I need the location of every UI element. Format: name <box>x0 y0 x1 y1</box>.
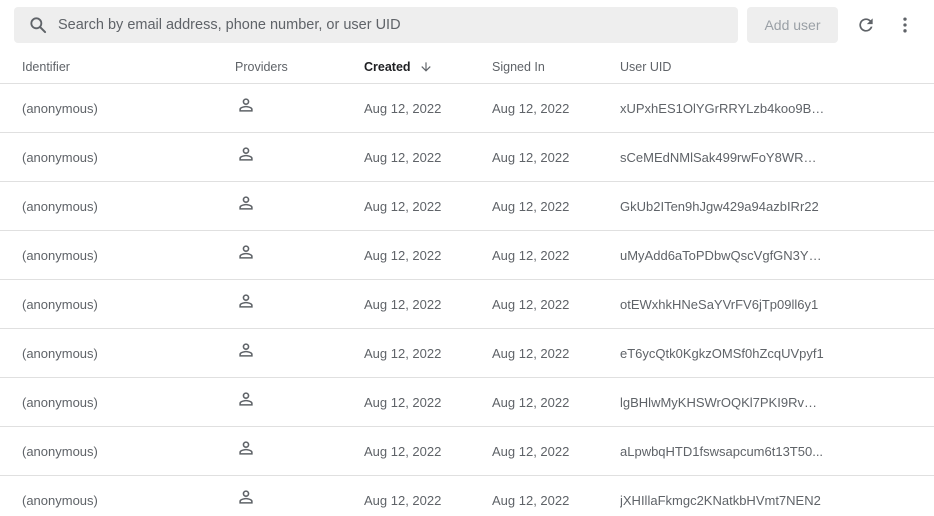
providers-cell <box>235 132 364 182</box>
created-cell: Aug 12, 2022 <box>364 328 492 378</box>
arrow-downward-icon <box>419 60 433 74</box>
providers-cell <box>235 230 364 280</box>
signed-in-cell: Aug 12, 2022 <box>492 132 620 182</box>
table-row[interactable]: (anonymous) Aug 12, 2022 Aug 12, 2022 eT6yc… <box>0 328 934 378</box>
search-input[interactable] <box>58 17 698 33</box>
user-uid-cell: GkUb2ITen9hJgw429a94azbIRr22 <box>620 181 934 231</box>
search-icon <box>26 13 50 37</box>
toolbar: Add user <box>0 0 934 50</box>
person-outline-icon <box>236 291 256 311</box>
search-bar[interactable] <box>14 7 738 43</box>
user-uid-text: eT6ycQtk0KgkzOMSf0hZcqUVpyf1 <box>620 345 824 361</box>
signed-in-cell: Aug 12, 2022 <box>492 230 620 280</box>
table-row[interactable]: (anonymous) Aug 12, 2022 Aug 12, 2022 uMyAd… <box>0 230 934 280</box>
user-uid-text: sCeMEdNMlSak499rwFoY8WRSg... <box>620 149 825 165</box>
identifier-cell: (anonymous) <box>0 181 235 231</box>
table-row[interactable]: (anonymous) Aug 12, 2022 Aug 12, 2022 otEWx… <box>0 279 934 329</box>
user-uid-cell: jXHIllaFkmgc2KNatkbHVmt7NEN2 <box>620 475 934 516</box>
table-header-row: Identifier Providers Created Signed In U… <box>0 50 934 84</box>
identifier-cell: (anonymous) <box>0 426 235 476</box>
users-table: Identifier Providers Created Signed In U… <box>0 50 934 516</box>
column-header-created-label: Created <box>364 59 411 74</box>
created-cell: Aug 12, 2022 <box>364 181 492 231</box>
table-row[interactable]: (anonymous) Aug 12, 2022 Aug 12, 2022 GkUb2… <box>0 181 934 231</box>
identifier-cell: (anonymous) <box>0 230 235 280</box>
person-outline-icon <box>236 242 256 262</box>
user-uid-text: uMyAdd6aToPDbwQscVgfGN3YL... <box>620 247 825 263</box>
created-cell: Aug 12, 2022 <box>364 475 492 516</box>
identifier-cell: (anonymous) <box>0 132 235 182</box>
user-uid-cell: eT6ycQtk0KgkzOMSf0hZcqUVpyf1 <box>620 328 934 378</box>
person-outline-icon <box>236 487 256 507</box>
providers-cell <box>235 377 364 427</box>
add-user-button[interactable]: Add user <box>747 7 838 43</box>
signed-in-cell: Aug 12, 2022 <box>492 426 620 476</box>
user-uid-cell: lgBHlwMyKHSWrOQKl7PKI9RvPaB2 <box>620 377 934 427</box>
column-header-identifier[interactable]: Identifier <box>0 50 235 84</box>
providers-cell <box>235 475 364 516</box>
identifier-cell: (anonymous) <box>0 83 235 133</box>
more-vert-icon[interactable] <box>892 12 918 38</box>
user-uid-cell: sCeMEdNMlSak499rwFoY8WRSg... <box>620 132 934 182</box>
table-row[interactable]: (anonymous) Aug 12, 2022 Aug 12, 2022 xUPxh… <box>0 83 934 133</box>
column-header-signed-in[interactable]: Signed In <box>492 50 620 84</box>
person-outline-icon <box>236 389 256 409</box>
signed-in-cell: Aug 12, 2022 <box>492 328 620 378</box>
user-uid-cell: xUPxhES1OlYGrRRYLzb4koo9BQw2 <box>620 83 934 133</box>
providers-cell <box>235 181 364 231</box>
identifier-cell: (anonymous) <box>0 279 235 329</box>
user-uid-cell: otEWxhkHNeSaYVrFV6jTp09ll6y1 <box>620 279 934 329</box>
signed-in-cell: Aug 12, 2022 <box>492 181 620 231</box>
person-outline-icon <box>236 193 256 213</box>
table-row[interactable]: (anonymous) Aug 12, 2022 Aug 12, 2022 lgBHl… <box>0 377 934 427</box>
providers-cell <box>235 328 364 378</box>
user-uid-text: lgBHlwMyKHSWrOQKl7PKI9RvPaB2 <box>620 394 825 410</box>
providers-cell <box>235 426 364 476</box>
column-header-created[interactable]: Created <box>364 50 492 84</box>
signed-in-cell: Aug 12, 2022 <box>492 279 620 329</box>
person-outline-icon <box>236 144 256 164</box>
identifier-cell: (anonymous) <box>0 328 235 378</box>
user-uid-text: GkUb2ITen9hJgw429a94azbIRr22 <box>620 198 819 214</box>
providers-cell <box>235 83 364 133</box>
user-uid-text: otEWxhkHNeSaYVrFV6jTp09ll6y1 <box>620 296 819 312</box>
created-cell: Aug 12, 2022 <box>364 426 492 476</box>
column-header-user-uid[interactable]: User UID <box>620 50 934 84</box>
providers-cell <box>235 279 364 329</box>
person-outline-icon <box>236 95 256 115</box>
created-cell: Aug 12, 2022 <box>364 377 492 427</box>
refresh-icon[interactable] <box>853 12 879 38</box>
identifier-cell: (anonymous) <box>0 475 235 516</box>
signed-in-cell: Aug 12, 2022 <box>492 83 620 133</box>
created-cell: Aug 12, 2022 <box>364 83 492 133</box>
user-uid-text: xUPxhES1OlYGrRRYLzb4koo9BQw2 <box>620 100 825 116</box>
signed-in-cell: Aug 12, 2022 <box>492 377 620 427</box>
created-cell: Aug 12, 2022 <box>364 279 492 329</box>
table-row[interactable]: (anonymous) Aug 12, 2022 Aug 12, 2022 sCeME… <box>0 132 934 182</box>
person-outline-icon <box>236 438 256 458</box>
created-cell: Aug 12, 2022 <box>364 132 492 182</box>
user-uid-cell: uMyAdd6aToPDbwQscVgfGN3YL... <box>620 230 934 280</box>
user-uid-text: jXHIllaFkmgc2KNatkbHVmt7NEN2 <box>620 492 821 508</box>
created-cell: Aug 12, 2022 <box>364 230 492 280</box>
table-row[interactable]: (anonymous) Aug 12, 2022 Aug 12, 2022 aLpwb… <box>0 426 934 476</box>
column-header-providers[interactable]: Providers <box>235 50 364 84</box>
person-outline-icon <box>236 340 256 360</box>
table-row[interactable]: (anonymous) Aug 12, 2022 Aug 12, 2022 jXHIl… <box>0 475 934 516</box>
user-uid-cell: aLpwbqHTD1fswsapcum6t13T50... <box>620 426 934 476</box>
identifier-cell: (anonymous) <box>0 377 235 427</box>
user-uid-text: aLpwbqHTD1fswsapcum6t13T50... <box>620 443 824 459</box>
signed-in-cell: Aug 12, 2022 <box>492 475 620 516</box>
